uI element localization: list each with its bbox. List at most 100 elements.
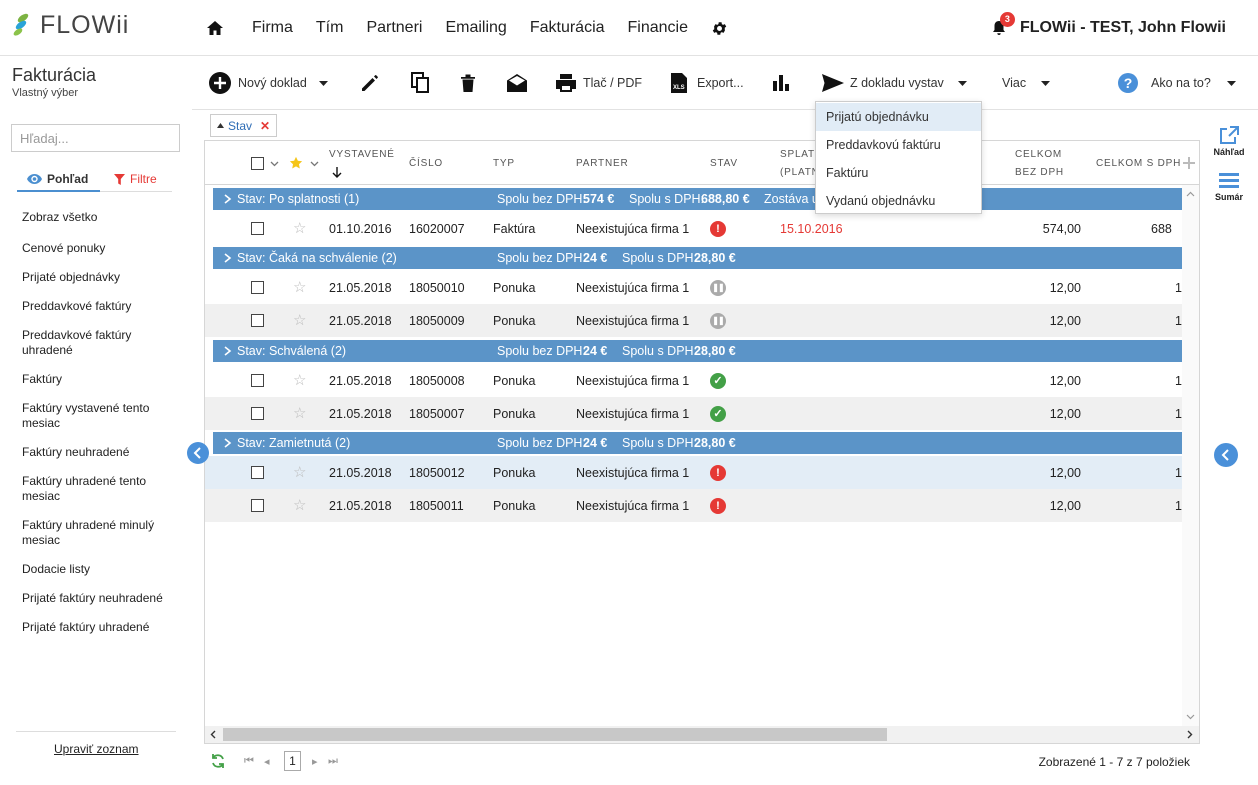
settings-gear-icon[interactable] <box>711 20 728 37</box>
summary-button[interactable]: Sumár <box>1206 172 1252 202</box>
current-page[interactable]: 1 <box>284 751 301 771</box>
more-button[interactable]: Viac <box>1002 56 1051 110</box>
col-number[interactable]: ČÍSLO <box>409 158 443 169</box>
scroll-down-icon[interactable] <box>1186 714 1195 720</box>
sidebar-item-invoices-unpaid[interactable]: Faktúry neuhradené <box>22 445 182 460</box>
filter-chip-status[interactable]: Stav ✕ <box>210 114 278 137</box>
stats-bar-chart-icon[interactable] <box>772 56 790 110</box>
tab-view[interactable]: Pohľad <box>27 172 88 186</box>
scroll-up-icon[interactable] <box>1186 191 1195 197</box>
flowii-logo[interactable]: FLOWii <box>12 10 129 40</box>
sidebar-item-advance-invoices-paid[interactable]: Preddavkové faktúry uhradené <box>22 328 182 358</box>
table-row[interactable]: ☆ 21.05.2018 18050011 Ponuka Neexistujúc… <box>205 489 1199 522</box>
scrollbar-thumb[interactable] <box>223 728 887 741</box>
copy-icon[interactable] <box>410 56 430 110</box>
remove-filter-close-icon[interactable]: ✕ <box>260 119 270 133</box>
row-checkbox[interactable] <box>251 281 264 294</box>
table-row[interactable]: ☆ 21.05.2018 18050010 Ponuka Neexistujúc… <box>205 271 1199 304</box>
sidebar-item-quotes[interactable]: Cenové ponuky <box>22 241 182 256</box>
chevron-down-icon[interactable] <box>270 161 279 167</box>
expand-chevron-icon[interactable] <box>224 253 232 263</box>
row-checkbox[interactable] <box>251 499 264 512</box>
row-checkbox[interactable] <box>251 466 264 479</box>
favorite-star-icon[interactable]: ☆ <box>293 311 306 329</box>
dropdown-item-advance-invoice[interactable]: Preddavkovú faktúru <box>816 131 981 159</box>
favorite-star-icon[interactable]: ☆ <box>293 404 306 422</box>
first-page-icon[interactable]: ⏮ <box>244 755 254 768</box>
add-column-plus-icon[interactable] <box>1183 157 1195 169</box>
tab-filter[interactable]: Filtre <box>114 172 157 186</box>
delete-trash-icon[interactable] <box>460 56 476 110</box>
edit-pencil-icon[interactable] <box>360 56 380 110</box>
user-name[interactable]: FLOWii - TEST, John Flowii <box>1020 19 1226 37</box>
help-button[interactable]: ? Ako na to? <box>1118 56 1236 110</box>
expand-chevron-icon[interactable] <box>224 194 232 204</box>
sidebar-item-delivery-notes[interactable]: Dodacie listy <box>22 562 182 577</box>
favorite-star-icon[interactable]: ☆ <box>293 278 306 296</box>
col-total-ex[interactable]: CELKOM <box>1015 149 1062 160</box>
vertical-scrollbar[interactable] <box>1182 185 1199 726</box>
dropdown-item-received-order[interactable]: Prijatú objednávku <box>816 103 981 131</box>
preview-button[interactable]: Náhľad <box>1206 125 1252 157</box>
table-row[interactable]: ☆ 21.05.2018 18050007 Ponuka Neexistujúc… <box>205 397 1199 430</box>
group-row[interactable]: Stav: Schválená (2) Spolu bez DPH: 24 € … <box>213 340 1199 362</box>
sidebar-item-received-invoices-unpaid[interactable]: Prijaté faktúry neuhradené <box>22 591 182 606</box>
sidebar-item-all[interactable]: Zobraz všetko <box>22 210 182 225</box>
nav-fakturacia[interactable]: Fakturácia <box>530 19 605 37</box>
email-envelope-icon[interactable] <box>506 56 528 110</box>
last-page-icon[interactable]: ⏭ <box>328 755 338 768</box>
horizontal-scrollbar[interactable] <box>205 726 1199 743</box>
sidebar-item-received-invoices-paid[interactable]: Prijaté faktúry uhradené <box>22 620 182 635</box>
expand-chevron-icon[interactable] <box>224 438 232 448</box>
export-button[interactable]: XLS Export... <box>670 56 744 110</box>
row-checkbox[interactable] <box>251 407 264 420</box>
nav-emailing[interactable]: Emailing <box>445 19 506 37</box>
col-type[interactable]: TYP <box>493 158 515 169</box>
col-partner[interactable]: PARTNER <box>576 158 628 169</box>
collapse-left-panel-button[interactable] <box>187 442 209 464</box>
favorite-star-icon[interactable]: ☆ <box>293 463 306 481</box>
edit-list-link[interactable]: Upraviť zoznam <box>54 742 139 756</box>
table-row[interactable]: ☆ 01.10.2016 16020007 Faktúra Neexistujú… <box>205 212 1199 245</box>
nav-firma[interactable]: Firma <box>252 19 293 37</box>
refresh-icon[interactable] <box>210 753 226 769</box>
dropdown-item-invoice[interactable]: Faktúru <box>816 159 981 187</box>
sidebar-item-advance-invoices[interactable]: Preddavkové faktúry <box>22 299 182 314</box>
scroll-left-icon[interactable] <box>210 730 216 739</box>
scroll-right-icon[interactable] <box>1187 730 1193 739</box>
chevron-down-icon[interactable] <box>310 161 319 167</box>
dropdown-item-issued-order[interactable]: Vydanú objednávku <box>816 187 981 215</box>
nav-financie[interactable]: Financie <box>628 19 688 37</box>
sidebar-item-invoices-paid-this-month[interactable]: Faktúry uhradené tento mesiac <box>22 474 182 504</box>
print-pdf-button[interactable]: Tlač / PDF <box>555 56 642 110</box>
prev-page-icon[interactable]: ◂ <box>264 755 270 768</box>
favorite-star-icon[interactable]: ☆ <box>293 496 306 514</box>
col-status[interactable]: STAV <box>710 158 738 169</box>
sidebar-item-received-orders[interactable]: Prijaté objednávky <box>22 270 182 285</box>
favorite-star-header-icon[interactable] <box>289 156 303 170</box>
sidebar-search-input[interactable] <box>11 124 180 152</box>
table-row[interactable]: ☆ 21.05.2018 18050008 Ponuka Neexistujúc… <box>205 364 1199 397</box>
sidebar-item-invoices[interactable]: Faktúry <box>22 372 182 387</box>
group-row[interactable]: Stav: Po splatnosti (1) Spolu bez DPH: 5… <box>213 188 1199 210</box>
table-row[interactable]: ☆ 21.05.2018 18050012 Ponuka Neexistujúc… <box>205 456 1199 489</box>
group-row[interactable]: Stav: Čaká na schválenie (2) Spolu bez D… <box>213 247 1199 269</box>
next-page-icon[interactable]: ▸ <box>312 755 318 768</box>
expand-chevron-icon[interactable] <box>224 346 232 356</box>
notification-bell-icon[interactable]: 3 <box>992 12 1015 36</box>
favorite-star-icon[interactable]: ☆ <box>293 219 306 237</box>
sidebar-item-invoices-this-month[interactable]: Faktúry vystavené tento mesiac <box>22 401 182 431</box>
new-document-button[interactable]: Nový doklad <box>208 56 328 110</box>
group-row[interactable]: Stav: Zamietnutá (2) Spolu bez DPH: 24 €… <box>213 432 1199 454</box>
table-row[interactable]: ☆ 21.05.2018 18050009 Ponuka Neexistujúc… <box>205 304 1199 337</box>
row-checkbox[interactable] <box>251 314 264 327</box>
row-checkbox[interactable] <box>251 222 264 235</box>
favorite-star-icon[interactable]: ☆ <box>293 371 306 389</box>
expand-right-panel-button[interactable] <box>1214 443 1238 467</box>
home-icon[interactable] <box>206 20 224 36</box>
nav-tim[interactable]: Tím <box>316 19 344 37</box>
sidebar-item-invoices-paid-last-month[interactable]: Faktúry uhradené minulý mesiac <box>22 518 182 548</box>
select-all-checkbox[interactable] <box>251 157 264 170</box>
nav-partneri[interactable]: Partneri <box>366 19 422 37</box>
row-checkbox[interactable] <box>251 374 264 387</box>
